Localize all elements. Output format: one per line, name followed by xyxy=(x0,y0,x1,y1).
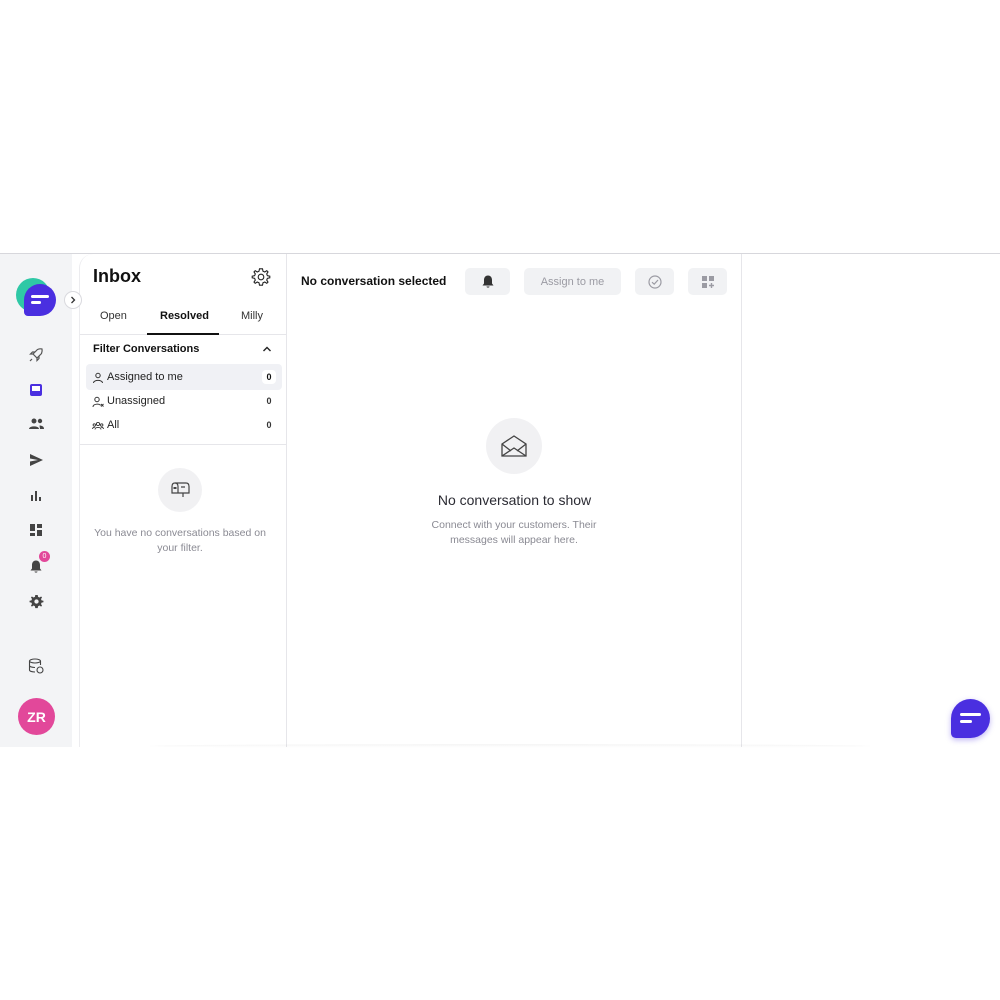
gear-icon[interactable] xyxy=(251,267,271,287)
assign-to-me-button[interactable]: Assign to me xyxy=(524,268,621,295)
filter-all[interactable]: All 0 xyxy=(86,412,282,438)
tab-resolved[interactable]: Resolved xyxy=(160,310,209,322)
settings-icon[interactable] xyxy=(26,591,46,611)
notifications-icon[interactable]: 0 xyxy=(26,551,50,576)
contacts-icon[interactable] xyxy=(26,414,46,434)
envelope-open-icon xyxy=(486,418,542,474)
app-logo[interactable] xyxy=(16,278,58,318)
filter-label: Unassigned xyxy=(107,395,166,407)
user-question-icon xyxy=(92,395,104,408)
empty-list-message: You have no conversations based on your … xyxy=(94,527,266,554)
filter-count: 0 xyxy=(266,420,272,430)
conversation-title: No conversation selected xyxy=(301,274,447,288)
filter-count: 0 xyxy=(262,370,276,384)
tab-open[interactable]: Open xyxy=(100,310,127,322)
check-circle-icon xyxy=(647,274,662,289)
chat-widget-button[interactable] xyxy=(951,699,990,738)
page-title: Inbox xyxy=(93,266,141,286)
database-icon[interactable] xyxy=(26,656,46,676)
users-icon xyxy=(92,419,104,431)
app-window: 0 ZR Inbox Open Resolved Milly Filter Co… xyxy=(0,253,1000,748)
filter-label: Assigned to me xyxy=(107,371,183,383)
filter-assigned-to-me[interactable]: Assigned to me 0 xyxy=(86,364,282,390)
notification-badge: 0 xyxy=(39,551,50,562)
apps-button[interactable] xyxy=(688,268,727,295)
divider xyxy=(80,444,287,445)
bell-icon xyxy=(482,275,493,288)
expand-sidebar-button[interactable] xyxy=(64,291,82,309)
conversation-panel: No conversation selected Assign to me No… xyxy=(287,254,742,747)
reports-icon[interactable] xyxy=(26,485,46,505)
rocket-icon[interactable] xyxy=(26,345,46,365)
user-icon xyxy=(92,371,104,384)
conversation-tabs: Open Resolved Milly xyxy=(80,307,287,335)
mute-button[interactable] xyxy=(465,268,510,295)
empty-state-subtitle: Connect with your customers. Their messa… xyxy=(431,519,597,546)
filter-count: 0 xyxy=(266,396,272,406)
chevron-right-icon xyxy=(71,296,76,304)
dashboard-icon[interactable] xyxy=(26,520,46,540)
conversation-list-panel: Inbox Open Resolved Milly Filter Convers… xyxy=(79,254,287,747)
send-icon[interactable] xyxy=(26,450,46,470)
grid-add-icon xyxy=(701,275,714,288)
avatar[interactable]: ZR xyxy=(18,698,55,735)
chevron-up-icon[interactable] xyxy=(261,342,273,354)
empty-state-title: No conversation to show xyxy=(437,492,592,508)
tab-milly[interactable]: Milly xyxy=(241,310,263,322)
mailbox-icon xyxy=(158,468,202,512)
filter-unassigned[interactable]: Unassigned 0 xyxy=(86,388,282,414)
resolve-button[interactable] xyxy=(635,268,674,295)
filter-label: All xyxy=(107,419,120,431)
nav-rail: 0 ZR xyxy=(0,254,82,747)
filter-heading: Filter Conversations xyxy=(93,343,200,355)
active-tab-indicator xyxy=(147,333,219,335)
inbox-icon[interactable] xyxy=(26,380,46,400)
divider xyxy=(150,744,870,748)
